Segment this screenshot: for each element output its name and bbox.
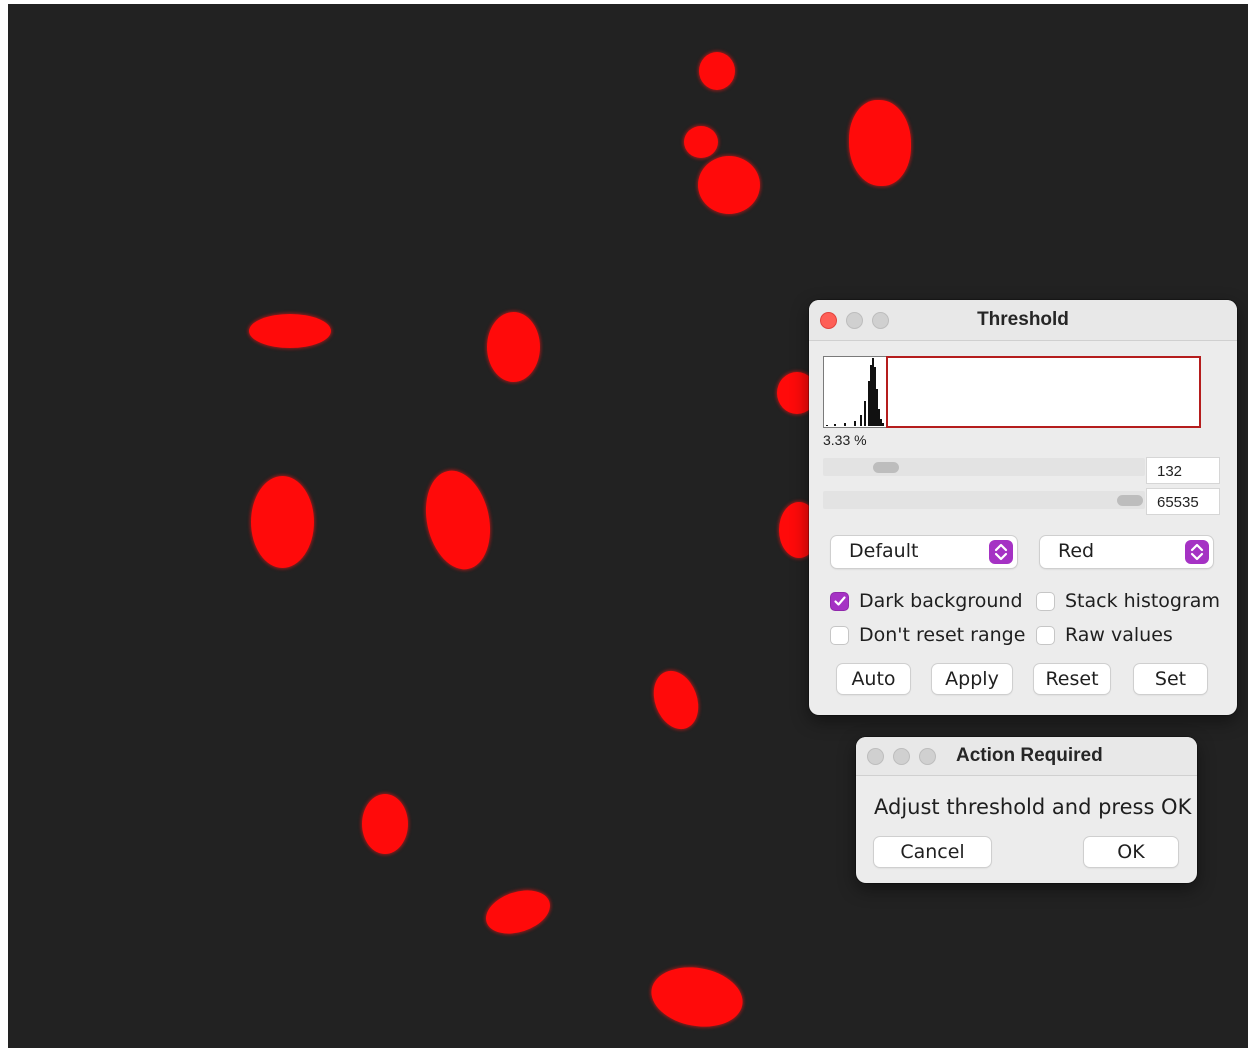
apply-button[interactable]: Apply [932,664,1012,694]
dont-reset-range-checkbox[interactable] [830,625,849,645]
histogram-bar [854,421,856,426]
stack-histogram-label: Stack histogram [1065,590,1220,612]
ok-button[interactable]: OK [1084,837,1178,867]
zoom-window-button[interactable] [919,748,936,765]
nucleus [480,882,556,942]
threshold-window: Threshold 3.33 % 132 65535 Default Red D… [809,300,1237,715]
lower-threshold-field[interactable]: 132 [1146,457,1220,484]
raw-values-option[interactable]: Raw values [1036,624,1173,646]
stack-histogram-option[interactable]: Stack histogram [1036,590,1220,612]
upper-slider-thumb[interactable] [1117,495,1143,506]
histogram-bar [878,409,880,426]
close-window-button[interactable] [867,748,884,765]
nucleus [417,464,499,576]
histogram-plot [823,356,1201,428]
histogram-bar [868,381,870,426]
histogram-bar [880,419,882,426]
percent-label: 3.33 % [823,432,867,448]
display-select[interactable]: Red [1040,536,1213,568]
histogram-bar [834,424,836,426]
stack-histogram-checkbox[interactable] [1036,591,1055,611]
upper-threshold-field[interactable]: 65535 [1146,488,1220,515]
histogram-bar [874,367,876,426]
dialog-title: Action Required [956,745,1103,766]
dont-reset-range-label: Don't reset range [859,624,1026,646]
lower-slider-thumb[interactable] [873,462,899,473]
raw-values-checkbox[interactable] [1036,625,1055,645]
raw-values-label: Raw values [1065,624,1173,646]
window-title: Threshold [977,309,1069,330]
minimize-window-button[interactable] [893,748,910,765]
upper-threshold-slider[interactable] [823,491,1145,509]
histogram-bar [872,358,874,426]
nucleus [699,52,735,90]
nucleus [646,664,706,736]
action-required-dialog: Action Required Adjust threshold and pre… [856,737,1197,883]
histogram-bar [860,415,862,426]
dark-background-checkbox[interactable] [830,591,849,611]
display-select-value: Red [1058,540,1095,562]
cancel-button[interactable]: Cancel [874,837,991,867]
histogram-bar [882,423,884,426]
nucleus [698,156,760,214]
updown-chevron-icon [1185,540,1209,564]
reset-button[interactable]: Reset [1034,664,1110,694]
dark-background-option[interactable]: Dark background [830,590,1023,612]
titlebar[interactable]: Action Required [856,737,1197,776]
histogram-bar [870,365,872,426]
histogram-bar [844,423,846,426]
nucleus [684,126,718,158]
titlebar[interactable]: Threshold [809,300,1237,341]
lower-threshold-slider[interactable] [823,458,1145,476]
histogram-bar [876,389,878,426]
method-select-value: Default [849,540,919,562]
histogram-graph [826,358,884,426]
dont-reset-range-option[interactable]: Don't reset range [830,624,1025,646]
method-select[interactable]: Default [831,536,1017,568]
auto-button[interactable]: Auto [837,664,910,694]
window-controls [867,748,936,765]
checkmark-icon [833,596,846,606]
nucleus [849,100,911,186]
updown-chevron-icon [989,540,1013,564]
nucleus [362,794,408,854]
nucleus [646,960,748,1034]
histogram-bar [864,401,866,426]
nucleus [249,314,331,348]
nucleus [487,312,540,382]
nucleus [251,476,314,568]
dark-background-label: Dark background [859,590,1023,612]
histogram-bar [826,425,828,426]
dialog-message: Adjust threshold and press OK [874,795,1192,819]
set-button[interactable]: Set [1134,664,1207,694]
threshold-range-highlight [886,356,1201,428]
